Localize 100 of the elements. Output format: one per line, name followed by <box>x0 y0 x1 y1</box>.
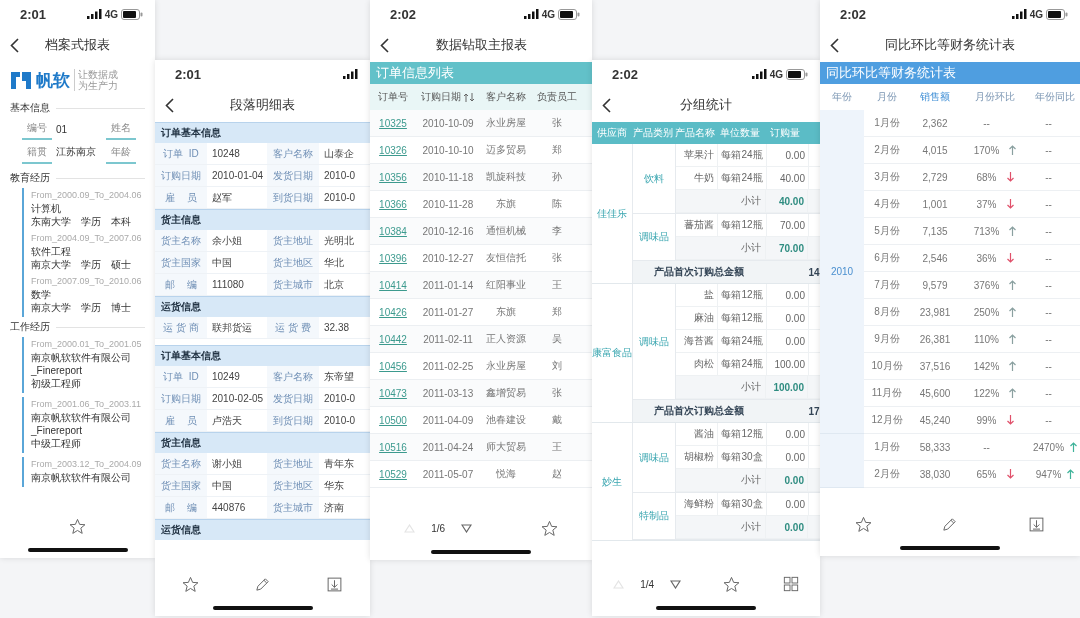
screen-title: 数据钻取主报表 <box>434 36 528 54</box>
subtotal-value: 0.00 <box>766 516 808 538</box>
table-cell: -- <box>1045 252 1052 264</box>
order-link[interactable]: 10325 <box>379 117 407 129</box>
field-label: 货主地址 <box>267 230 319 251</box>
table-cell: 每箱12瓶 <box>718 307 767 329</box>
table-cell: 红阳事业 <box>486 278 526 292</box>
section-title: 工作经历 <box>10 320 50 334</box>
column-header: 销售额 <box>919 90 951 104</box>
order-link[interactable]: 10516 <box>379 441 407 453</box>
field-label: 邮 编 <box>155 497 207 518</box>
table-cell: 刘 <box>552 359 562 373</box>
column-header: 订购量 <box>769 126 801 140</box>
field-label: 客户名称 <box>267 366 319 387</box>
table-cell: -- <box>1045 306 1052 318</box>
download-icon[interactable] <box>1028 515 1046 533</box>
sort-icon[interactable] <box>463 92 475 102</box>
field-value: 联邦货运 <box>211 320 253 335</box>
table-cell: -- <box>1045 198 1052 210</box>
table-cell-text: 2月份 <box>873 143 901 157</box>
star-icon[interactable] <box>540 519 558 537</box>
table-cell: -- <box>1045 414 1052 426</box>
table-cell: 0.00 <box>767 144 809 166</box>
subtotal-label: 小计 <box>676 237 766 259</box>
network-label: 4G <box>104 8 118 20</box>
table-cell: 张 <box>552 116 562 130</box>
table-cell: 赵 <box>552 467 562 481</box>
next-page-icon[interactable] <box>461 523 473 533</box>
table-cell: 0.00 <box>767 446 809 468</box>
field-value: 余小姐 <box>211 233 243 248</box>
back-icon[interactable] <box>165 97 174 113</box>
signal-icon <box>86 9 102 19</box>
table-cell: 孙 <box>552 170 562 184</box>
field-value: 济南 <box>323 500 345 515</box>
field-label: 邮 编 <box>155 274 207 295</box>
back-icon[interactable] <box>10 37 19 53</box>
star-icon[interactable] <box>723 575 741 593</box>
table-cell-text: 37,516 <box>918 359 952 374</box>
table-cell: 2010-12-16 <box>422 225 474 237</box>
column-header: 产品名称 <box>674 126 716 140</box>
table-cell: 2011-02-25 <box>422 360 474 372</box>
order-link[interactable]: 10396 <box>379 252 407 264</box>
order-link[interactable]: 10442 <box>379 333 407 345</box>
battery-icon <box>1046 8 1068 20</box>
field-value: 32.38 <box>323 321 351 335</box>
star-icon[interactable] <box>69 517 86 535</box>
order-link[interactable]: 10326 <box>379 144 407 156</box>
table-cell: 2010-10-10 <box>422 144 474 156</box>
order-link[interactable]: 10356 <box>379 171 407 183</box>
company-text: 南京帆软软件有限公司_Finereport <box>31 351 132 377</box>
order-link[interactable]: 10456 <box>379 360 407 372</box>
field-value: 10248 <box>211 147 241 161</box>
field-label: 发货日期 <box>267 388 319 409</box>
table-cell: 肉松 <box>676 353 718 375</box>
order-link[interactable]: 10473 <box>379 387 407 399</box>
order-link[interactable]: 10414 <box>379 279 407 291</box>
field-value: 10249 <box>211 370 241 384</box>
section-header: 货主信息 <box>155 432 370 453</box>
order-link[interactable]: 10366 <box>379 198 407 210</box>
download-icon[interactable] <box>325 575 343 593</box>
order-link[interactable]: 10426 <box>379 306 407 318</box>
subtotal-label: 小计 <box>676 469 766 491</box>
field-value: 中国 <box>211 255 233 270</box>
table-cell-text: 7月份 <box>873 278 901 292</box>
subtotal-value: 40.00 <box>766 190 808 212</box>
table-cell: 2011-01-14 <box>422 279 474 291</box>
star-icon[interactable] <box>182 575 200 593</box>
column-header: 月份 <box>876 90 898 104</box>
position-text: 初级工程师 <box>31 377 82 390</box>
star-icon[interactable] <box>854 515 872 533</box>
table-cell-text: 45,600 <box>918 386 952 401</box>
table-banner: 同比环比等财务统计表 <box>820 62 1080 84</box>
field-value: 2010-01-04 <box>211 169 265 183</box>
logo-icon <box>10 69 32 91</box>
table-cell: 142% <box>973 360 1000 372</box>
table-cell: 170% <box>973 144 1000 156</box>
logo-tagline: 让数据成为生产力 <box>74 69 118 91</box>
subtotal-label: 小计 <box>676 190 766 212</box>
next-page-icon[interactable] <box>670 579 682 589</box>
subtotal-value: 70.00 <box>766 237 808 259</box>
order-link[interactable]: 10500 <box>379 414 407 426</box>
column-header[interactable]: 订购日期 <box>416 90 480 104</box>
pencil-icon[interactable] <box>941 515 959 533</box>
field-label: 货主城市 <box>267 497 319 518</box>
order-link[interactable]: 10384 <box>379 225 407 237</box>
table-cell: 每箱24瓶 <box>718 167 767 189</box>
back-icon[interactable] <box>380 37 389 53</box>
table-cell: 苹果汁 <box>676 144 718 166</box>
status-time: 2:02 <box>612 66 639 82</box>
table-cell: 永业房屋 <box>486 359 526 373</box>
order-link[interactable]: 10529 <box>379 468 407 480</box>
back-icon[interactable] <box>830 37 839 53</box>
pencil-icon[interactable] <box>254 575 271 593</box>
table-cell: 盐 <box>676 284 718 306</box>
field-value: 中国 <box>211 478 233 493</box>
back-icon[interactable] <box>602 97 611 113</box>
grid-icon[interactable] <box>782 576 799 592</box>
field-label: 货主地区 <box>267 475 319 496</box>
table-cell: 2011-03-13 <box>422 387 474 399</box>
table-cell: 0.00 <box>767 423 809 445</box>
